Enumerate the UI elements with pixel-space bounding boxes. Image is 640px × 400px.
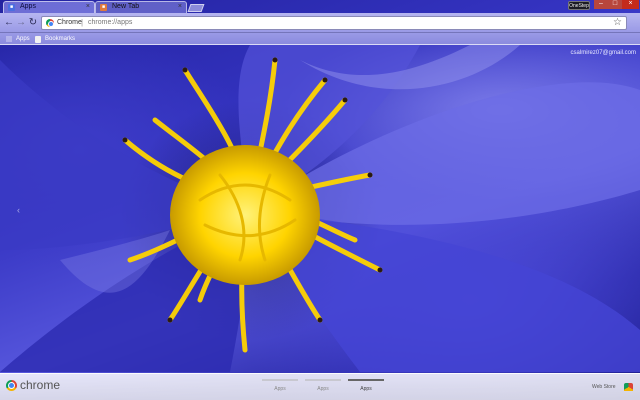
bookmark-label: Bookmarks <box>45 36 76 42</box>
pager-label: Apps <box>274 386 286 392</box>
close-icon[interactable]: × <box>178 3 182 10</box>
omnibox-chip: Chrome <box>57 19 82 26</box>
omnibox-url[interactable]: chrome://apps <box>88 19 132 26</box>
new-tab-favicon-icon: ■ <box>100 4 107 11</box>
tab-apps[interactable]: ■ Apps × <box>3 1 95 13</box>
tab-strip: ■ Apps × ■ New Tab × OneStep – □ × <box>0 0 640 13</box>
bookmarks-bar: Apps Bookmarks <box>0 33 640 45</box>
window-close-icon[interactable]: × <box>622 0 639 9</box>
toolbar: ← → ↻ Chrome | chrome://apps ☆ <box>0 13 640 33</box>
page-left-arrow-icon[interactable]: ‹ <box>17 205 20 215</box>
forward-button[interactable]: → <box>15 17 27 29</box>
maximize-icon[interactable]: □ <box>608 0 622 9</box>
new-tab-button[interactable] <box>187 4 205 12</box>
pager-apps-2[interactable]: Apps <box>305 379 341 392</box>
apps-tab-icon: ■ <box>8 4 15 11</box>
chrome-wordmark: chrome <box>20 378 61 392</box>
flower-illustration <box>0 45 640 372</box>
ntp-bottom-bar: chrome Apps Apps Apps Web Store <box>0 373 640 400</box>
profile-button[interactable]: OneStep <box>568 1 590 10</box>
back-button[interactable]: ← <box>3 17 15 29</box>
user-email[interactable]: csalmirez07@gmail.com <box>571 50 636 56</box>
pager-apps-3[interactable]: Apps <box>348 379 384 392</box>
close-icon[interactable]: × <box>86 3 90 10</box>
pager-label: Apps <box>360 386 372 392</box>
omnibox-separator: | <box>81 18 84 27</box>
bookmark-label: Apps <box>16 36 30 42</box>
tab-new-tab[interactable]: ■ New Tab × <box>95 1 187 13</box>
pager-bar <box>348 379 384 381</box>
pager-bar <box>305 379 341 381</box>
chrome-logo-icon <box>6 380 17 391</box>
webstore-link[interactable]: Web Store <box>592 384 616 390</box>
chrome-icon <box>46 19 54 27</box>
tab-label: New Tab <box>112 3 140 10</box>
tab-label: Apps <box>20 3 36 10</box>
omnibox[interactable]: Chrome | chrome://apps ☆ <box>41 16 627 30</box>
wallpaper-flower-image <box>0 0 640 400</box>
pager-apps-1[interactable]: Apps <box>262 379 298 392</box>
bookmark-apps[interactable]: Apps <box>6 35 30 44</box>
bookmark-star-icon[interactable]: ☆ <box>613 17 622 29</box>
reload-button[interactable]: ↻ <box>27 17 39 29</box>
folder-icon <box>35 36 41 43</box>
pager-label: Apps <box>317 386 329 392</box>
pager-bar <box>262 379 298 381</box>
bookmark-folder-bookmarks[interactable]: Bookmarks <box>35 35 75 44</box>
minimize-icon[interactable]: – <box>594 0 608 9</box>
webstore-icon[interactable] <box>624 383 633 391</box>
apps-grid-icon <box>6 36 12 42</box>
